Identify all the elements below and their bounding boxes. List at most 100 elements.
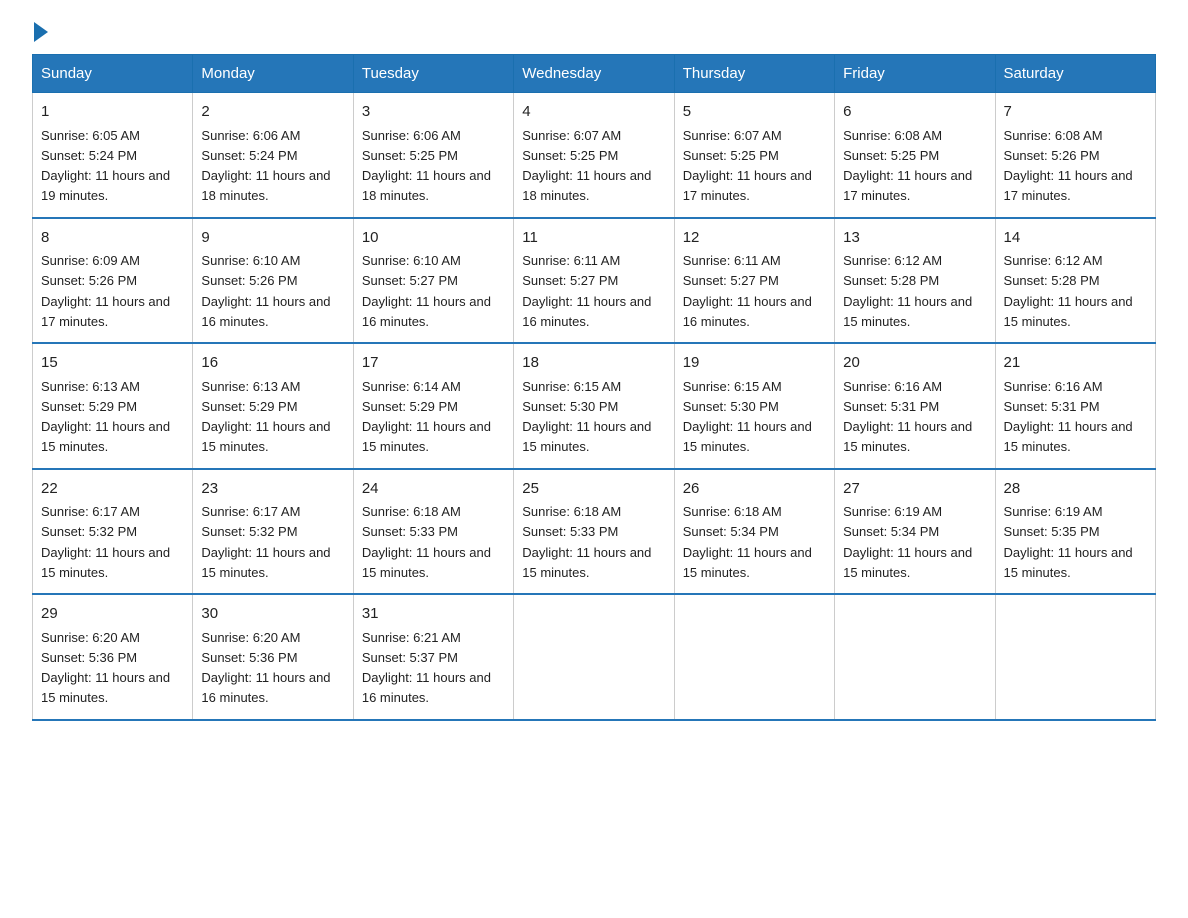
calendar-cell: 17Sunrise: 6:14 AMSunset: 5:29 PMDayligh… — [353, 343, 513, 469]
day-number: 15 — [41, 352, 184, 375]
weekday-header-friday: Friday — [835, 55, 995, 93]
day-info: Sunrise: 6:17 AMSunset: 5:32 PMDaylight:… — [41, 504, 170, 580]
day-info: Sunrise: 6:21 AMSunset: 5:37 PMDaylight:… — [362, 630, 491, 706]
calendar-cell: 12 Sunrise: 6:11 AMSunset: 5:27 PMDayligh… — [674, 218, 834, 344]
day-info: Sunrise: 6:18 AMSunset: 5:33 PMDaylight:… — [362, 504, 491, 580]
weekday-header-row: SundayMondayTuesdayWednesdayThursdayFrid… — [33, 55, 1156, 93]
calendar-cell: 22 Sunrise: 6:17 AMSunset: 5:32 PMDayligh… — [33, 469, 193, 595]
day-number: 12 — [683, 227, 826, 250]
day-number: 7 — [1004, 101, 1147, 124]
day-info: Sunrise: 6:17 AMSunset: 5:32 PMDaylight:… — [201, 504, 330, 580]
calendar-cell: 28Sunrise: 6:19 AMSunset: 5:35 PMDayligh… — [995, 469, 1155, 595]
calendar-cell: 30 Sunrise: 6:20 AMSunset: 5:36 PMDayligh… — [193, 594, 353, 720]
day-info: Sunrise: 6:15 AMSunset: 5:30 PMDaylight:… — [522, 379, 651, 455]
day-info: Sunrise: 6:16 AMSunset: 5:31 PMDaylight:… — [1004, 379, 1133, 455]
day-number: 1 — [41, 101, 184, 124]
day-number: 25 — [522, 478, 665, 501]
day-number: 20 — [843, 352, 986, 375]
day-info: Sunrise: 6:07 AMSunset: 5:25 PMDaylight:… — [522, 128, 651, 204]
day-info: Sunrise: 6:18 AMSunset: 5:34 PMDaylight:… — [683, 504, 812, 580]
calendar-cell: 15Sunrise: 6:13 AMSunset: 5:29 PMDayligh… — [33, 343, 193, 469]
calendar-cell: 3Sunrise: 6:06 AMSunset: 5:25 PMDaylight… — [353, 93, 513, 218]
day-info: Sunrise: 6:08 AMSunset: 5:25 PMDaylight:… — [843, 128, 972, 204]
day-info: Sunrise: 6:16 AMSunset: 5:31 PMDaylight:… — [843, 379, 972, 455]
day-info: Sunrise: 6:20 AMSunset: 5:36 PMDaylight:… — [41, 630, 170, 706]
day-info: Sunrise: 6:11 AMSunset: 5:27 PMDaylight:… — [683, 253, 812, 329]
day-number: 24 — [362, 478, 505, 501]
calendar-cell: 19 Sunrise: 6:15 AMSunset: 5:30 PMDayligh… — [674, 343, 834, 469]
day-number: 23 — [201, 478, 344, 501]
day-number: 11 — [522, 227, 665, 250]
weekday-header-sunday: Sunday — [33, 55, 193, 93]
day-number: 31 — [362, 603, 505, 626]
calendar-cell: 21Sunrise: 6:16 AMSunset: 5:31 PMDayligh… — [995, 343, 1155, 469]
day-info: Sunrise: 6:20 AMSunset: 5:36 PMDaylight:… — [201, 630, 330, 706]
calendar-cell: 18 Sunrise: 6:15 AMSunset: 5:30 PMDayligh… — [514, 343, 674, 469]
day-number: 4 — [522, 101, 665, 124]
calendar-cell — [514, 594, 674, 720]
calendar-cell: 11 Sunrise: 6:11 AMSunset: 5:27 PMDayligh… — [514, 218, 674, 344]
day-number: 3 — [362, 101, 505, 124]
day-info: Sunrise: 6:11 AMSunset: 5:27 PMDaylight:… — [522, 253, 651, 329]
day-info: Sunrise: 6:06 AMSunset: 5:24 PMDaylight:… — [201, 128, 330, 204]
calendar-week-4: 22 Sunrise: 6:17 AMSunset: 5:32 PMDayligh… — [33, 469, 1156, 595]
day-number: 19 — [683, 352, 826, 375]
calendar-cell: 24 Sunrise: 6:18 AMSunset: 5:33 PMDayligh… — [353, 469, 513, 595]
logo-arrow-icon — [34, 22, 48, 42]
day-number: 18 — [522, 352, 665, 375]
day-number: 30 — [201, 603, 344, 626]
calendar-cell: 16 Sunrise: 6:13 AMSunset: 5:29 PMDayligh… — [193, 343, 353, 469]
day-number: 10 — [362, 227, 505, 250]
weekday-header-saturday: Saturday — [995, 55, 1155, 93]
day-number: 6 — [843, 101, 986, 124]
calendar-cell: 31 Sunrise: 6:21 AMSunset: 5:37 PMDayligh… — [353, 594, 513, 720]
day-number: 22 — [41, 478, 184, 501]
page-header — [32, 24, 1156, 38]
day-number: 14 — [1004, 227, 1147, 250]
day-number: 2 — [201, 101, 344, 124]
calendar-cell: 25 Sunrise: 6:18 AMSunset: 5:33 PMDayligh… — [514, 469, 674, 595]
day-number: 5 — [683, 101, 826, 124]
day-number: 26 — [683, 478, 826, 501]
logo — [32, 24, 48, 38]
calendar-body: 1 Sunrise: 6:05 AMSunset: 5:24 PMDaylight… — [33, 93, 1156, 720]
day-number: 13 — [843, 227, 986, 250]
calendar-cell: 1 Sunrise: 6:05 AMSunset: 5:24 PMDaylight… — [33, 93, 193, 218]
calendar-cell: 4 Sunrise: 6:07 AMSunset: 5:25 PMDaylight… — [514, 93, 674, 218]
calendar-cell: 26 Sunrise: 6:18 AMSunset: 5:34 PMDayligh… — [674, 469, 834, 595]
calendar-week-1: 1 Sunrise: 6:05 AMSunset: 5:24 PMDaylight… — [33, 93, 1156, 218]
day-number: 29 — [41, 603, 184, 626]
calendar-cell: 6 Sunrise: 6:08 AMSunset: 5:25 PMDaylight… — [835, 93, 995, 218]
calendar-cell: 27 Sunrise: 6:19 AMSunset: 5:34 PMDayligh… — [835, 469, 995, 595]
calendar-cell — [995, 594, 1155, 720]
calendar-cell: 7Sunrise: 6:08 AMSunset: 5:26 PMDaylight… — [995, 93, 1155, 218]
day-info: Sunrise: 6:10 AMSunset: 5:27 PMDaylight:… — [362, 253, 491, 329]
day-info: Sunrise: 6:05 AMSunset: 5:24 PMDaylight:… — [41, 128, 170, 204]
logo-text — [32, 24, 48, 42]
calendar-cell: 8Sunrise: 6:09 AMSunset: 5:26 PMDaylight… — [33, 218, 193, 344]
calendar-cell: 20 Sunrise: 6:16 AMSunset: 5:31 PMDayligh… — [835, 343, 995, 469]
calendar-cell: 23 Sunrise: 6:17 AMSunset: 5:32 PMDayligh… — [193, 469, 353, 595]
day-info: Sunrise: 6:07 AMSunset: 5:25 PMDaylight:… — [683, 128, 812, 204]
calendar-week-3: 15 Sunrise: 6:13 AMSunset: 5:29 PMDayligh… — [33, 343, 1156, 469]
day-info: Sunrise: 6:13 AMSunset: 5:29 PMDaylight:… — [201, 379, 330, 455]
calendar-cell — [674, 594, 834, 720]
day-number: 9 — [201, 227, 344, 250]
calendar-cell: 13Sunrise: 6:12 AMSunset: 5:28 PMDayligh… — [835, 218, 995, 344]
weekday-header-wednesday: Wednesday — [514, 55, 674, 93]
day-number: 17 — [362, 352, 505, 375]
day-number: 16 — [201, 352, 344, 375]
day-info: Sunrise: 6:19 AMSunset: 5:34 PMDaylight:… — [843, 504, 972, 580]
calendar-cell — [835, 594, 995, 720]
day-number: 27 — [843, 478, 986, 501]
calendar-header: SundayMondayTuesdayWednesdayThursdayFrid… — [33, 55, 1156, 93]
calendar-table: SundayMondayTuesdayWednesdayThursdayFrid… — [32, 54, 1156, 721]
day-info: Sunrise: 6:18 AMSunset: 5:33 PMDaylight:… — [522, 504, 651, 580]
calendar-week-5: 29 Sunrise: 6:20 AMSunset: 5:36 PMDayligh… — [33, 594, 1156, 720]
calendar-cell: 14Sunrise: 6:12 AMSunset: 5:28 PMDayligh… — [995, 218, 1155, 344]
weekday-header-monday: Monday — [193, 55, 353, 93]
day-info: Sunrise: 6:15 AMSunset: 5:30 PMDaylight:… — [683, 379, 812, 455]
calendar-cell: 29 Sunrise: 6:20 AMSunset: 5:36 PMDayligh… — [33, 594, 193, 720]
day-number: 28 — [1004, 478, 1147, 501]
calendar-cell: 9Sunrise: 6:10 AMSunset: 5:26 PMDaylight… — [193, 218, 353, 344]
